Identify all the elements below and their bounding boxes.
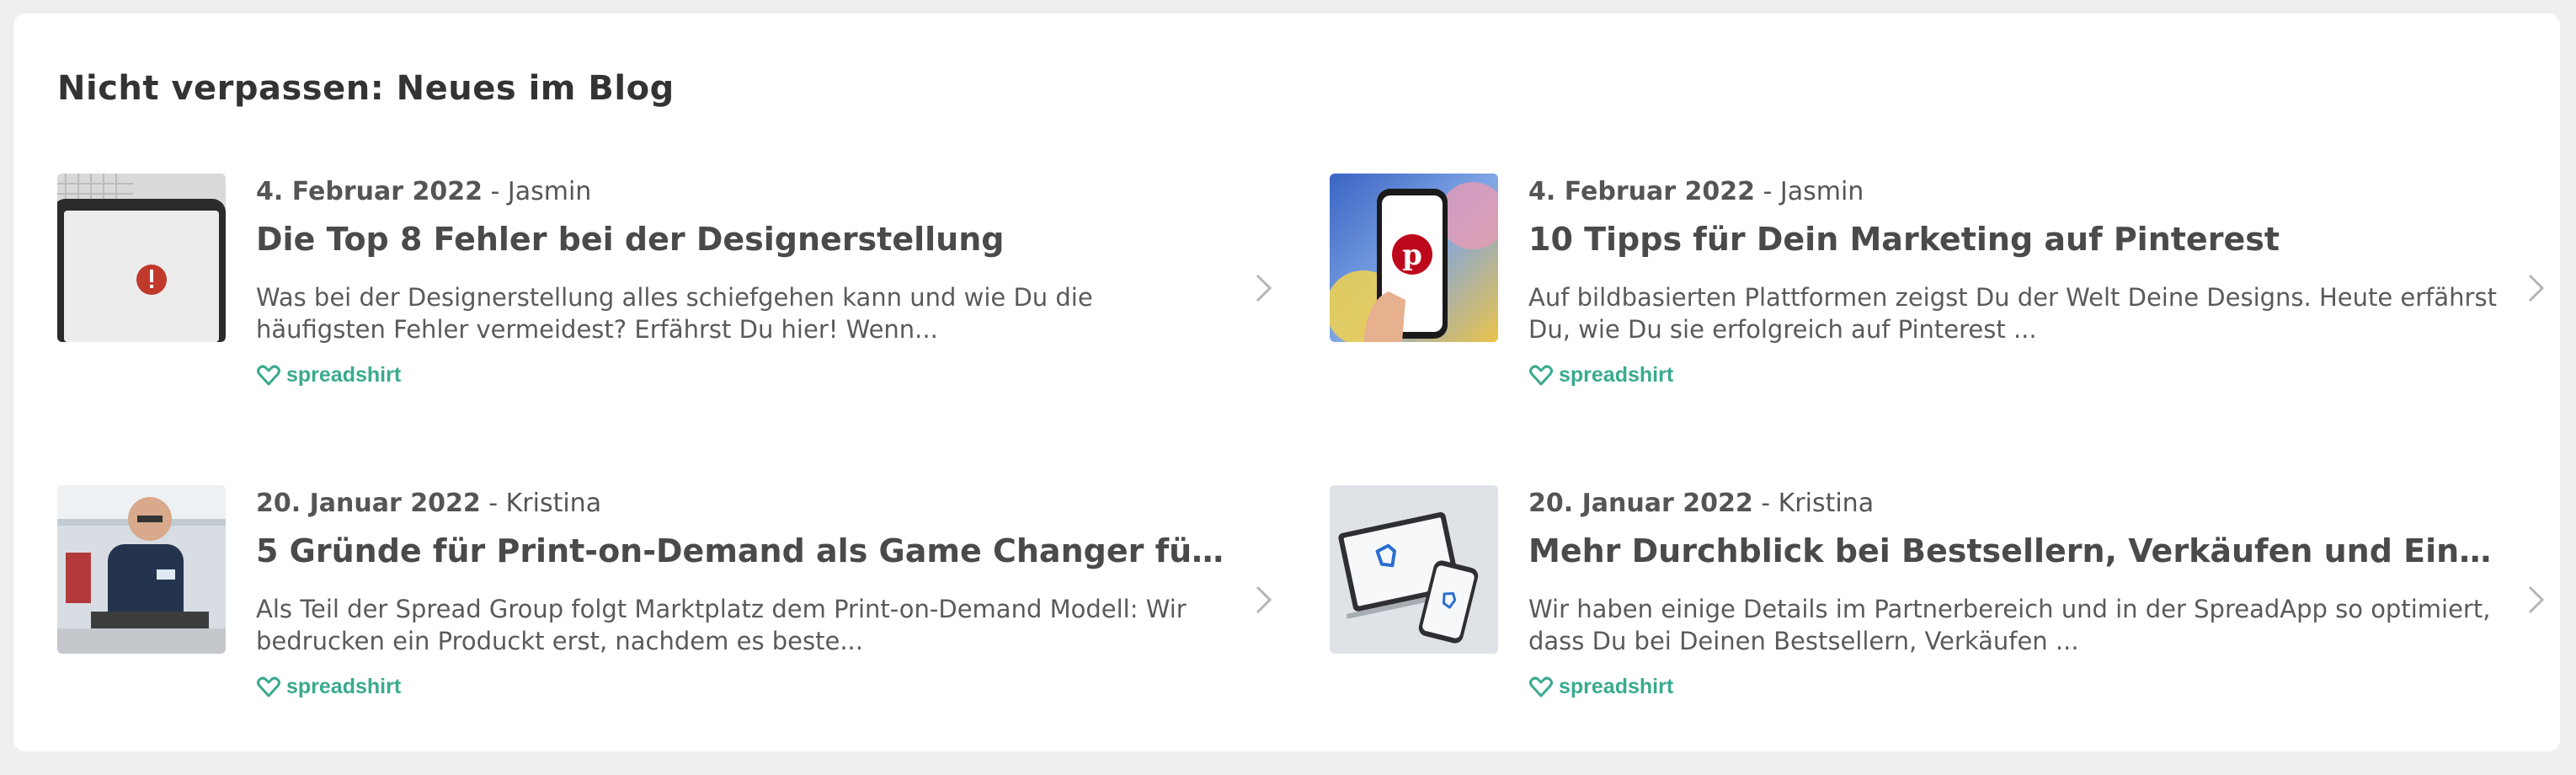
brand-badge: spreadshirt [1528, 674, 1673, 699]
brand-label: spreadshirt [1559, 362, 1674, 387]
post-excerpt: Als Teil der Spread Group folgt Marktpla… [256, 595, 1187, 655]
post-author: Kristina [505, 489, 602, 518]
meta-separator: - [482, 177, 508, 206]
post-meta: 20. Januar 2022 - Kristina [256, 489, 601, 518]
meta-separator: - [480, 489, 506, 518]
chevron-right-icon[interactable] [2525, 583, 2547, 617]
laptop-warning-image[interactable] [57, 174, 226, 342]
blog-post-3[interactable]: 20. Januar 2022 - Kristina 5 Gründe für … [57, 485, 1287, 698]
section-title: Nicht verpassen: Neues im Blog [57, 69, 675, 108]
post-meta: 20. Januar 2022 - Kristina [1528, 489, 1874, 518]
post-date: 20. Januar 2022 [256, 489, 481, 518]
post-author: Kristina [1778, 489, 1875, 518]
brand-label: spreadshirt [286, 362, 402, 387]
post-excerpt: Auf bildbasierten Plattformen zeigst Du … [1528, 283, 2497, 344]
post-meta: 4. Februar 2022 - Jasmin [256, 177, 591, 206]
brand-badge: spreadshirt [256, 674, 401, 699]
post-date: 20. Januar 2022 [1528, 489, 1753, 518]
post-title[interactable]: 5 Gründe für Print-on-Demand als Game Ch… [256, 532, 1233, 569]
spreadshirt-heart-icon [1529, 676, 1553, 698]
post-author: Jasmin [507, 177, 592, 206]
brand-badge: spreadshirt [1528, 362, 1673, 388]
brand-label: spreadshirt [286, 674, 402, 698]
brand-badge: spreadshirt [256, 362, 401, 388]
chevron-right-icon[interactable] [2525, 271, 2547, 305]
chevron-right-icon[interactable] [1253, 583, 1275, 617]
post-title[interactable]: Mehr Durchblick bei Bestsellern, Verkäuf… [1528, 532, 2505, 569]
post-excerpt: Was bei der Designerstellung alles schie… [256, 283, 1093, 344]
factory-worker-image[interactable] [57, 485, 226, 654]
blog-post-4[interactable]: 20. Januar 2022 - Kristina Mehr Durchbli… [1330, 485, 2559, 698]
post-date: 4. Februar 2022 [256, 177, 483, 206]
phone-pinterest-image[interactable]: p [1330, 174, 1498, 342]
blog-post-2[interactable]: p 4. Februar 2022 - Jasmin 10 Tipps für … [1330, 174, 2559, 387]
brand-label: spreadshirt [1559, 674, 1674, 698]
post-meta: 4. Februar 2022 - Jasmin [1528, 177, 1864, 206]
post-excerpt: Wir haben einige Details im Partnerberei… [1528, 595, 2491, 655]
post-title[interactable]: Die Top 8 Fehler bei der Designerstellun… [256, 221, 1233, 258]
meta-separator: - [1752, 489, 1779, 518]
svg-text:p: p [1402, 238, 1422, 272]
post-date: 4. Februar 2022 [1528, 177, 1755, 206]
blog-post-1[interactable]: 4. Februar 2022 - Jasmin Die Top 8 Fehle… [57, 174, 1287, 387]
meta-separator: - [1754, 177, 1780, 206]
post-title[interactable]: 10 Tipps für Dein Marketing auf Pinteres… [1528, 221, 2505, 258]
chevron-right-icon[interactable] [1253, 271, 1275, 305]
spreadshirt-heart-icon [257, 365, 280, 386]
blog-card: Nicht verpassen: Neues im Blog 4. Februa… [13, 13, 2560, 751]
spreadshirt-heart-icon [1529, 365, 1553, 386]
post-author: Jasmin [1779, 177, 1864, 206]
spreadshirt-heart-icon [257, 676, 280, 698]
laptop-phone-devices-image[interactable] [1330, 485, 1498, 654]
